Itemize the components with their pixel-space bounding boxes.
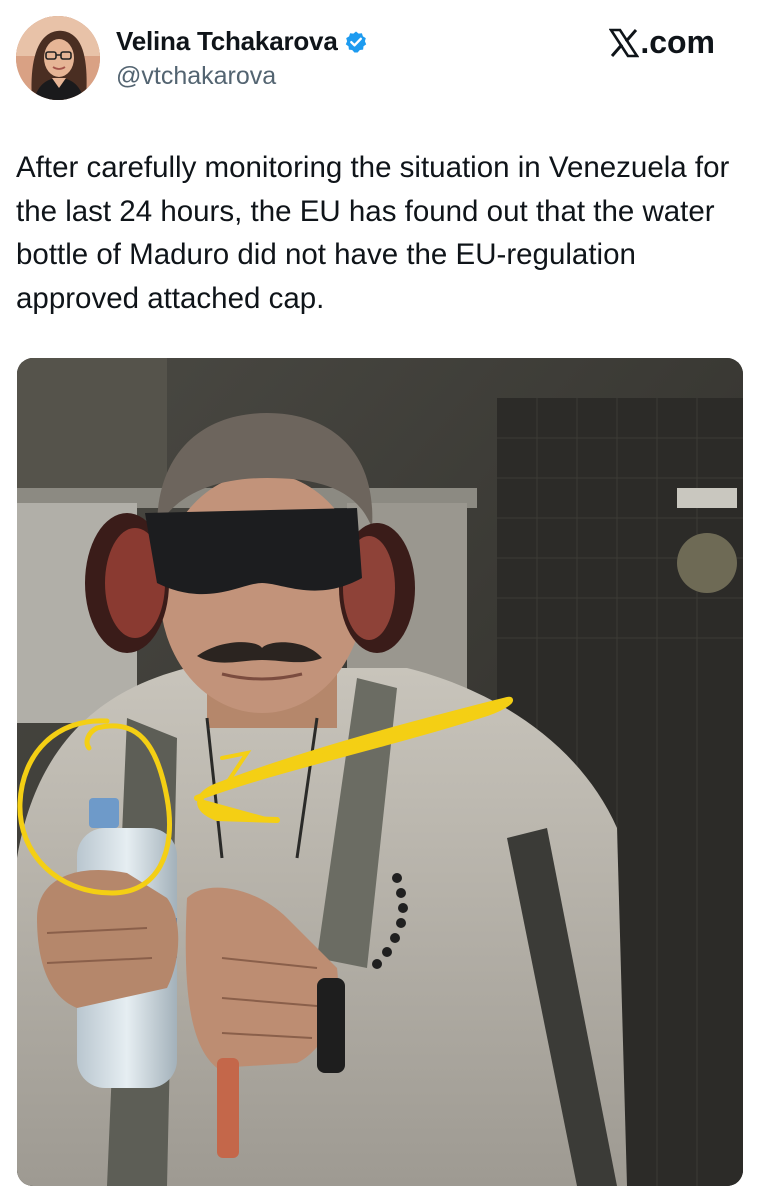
- tweet-text: After carefully monitoring the situation…: [16, 151, 730, 315]
- author-display-name[interactable]: Velina Tchakarova: [116, 26, 338, 57]
- author-name-row: Velina Tchakarova: [116, 26, 368, 57]
- tweet-header: Velina Tchakarova @vtchakarova .com: [0, 0, 759, 120]
- avatar-image: [16, 16, 100, 100]
- site-brand-text: .com: [640, 24, 715, 60]
- author-handle[interactable]: @vtchakarova: [116, 62, 276, 91]
- tweet-photo[interactable]: [17, 358, 743, 1186]
- photo-illustration: [17, 358, 743, 1186]
- author-avatar[interactable]: [16, 16, 100, 100]
- x-logo-icon: [608, 28, 640, 58]
- verified-badge-icon: [344, 30, 368, 54]
- site-brand: .com: [608, 24, 715, 61]
